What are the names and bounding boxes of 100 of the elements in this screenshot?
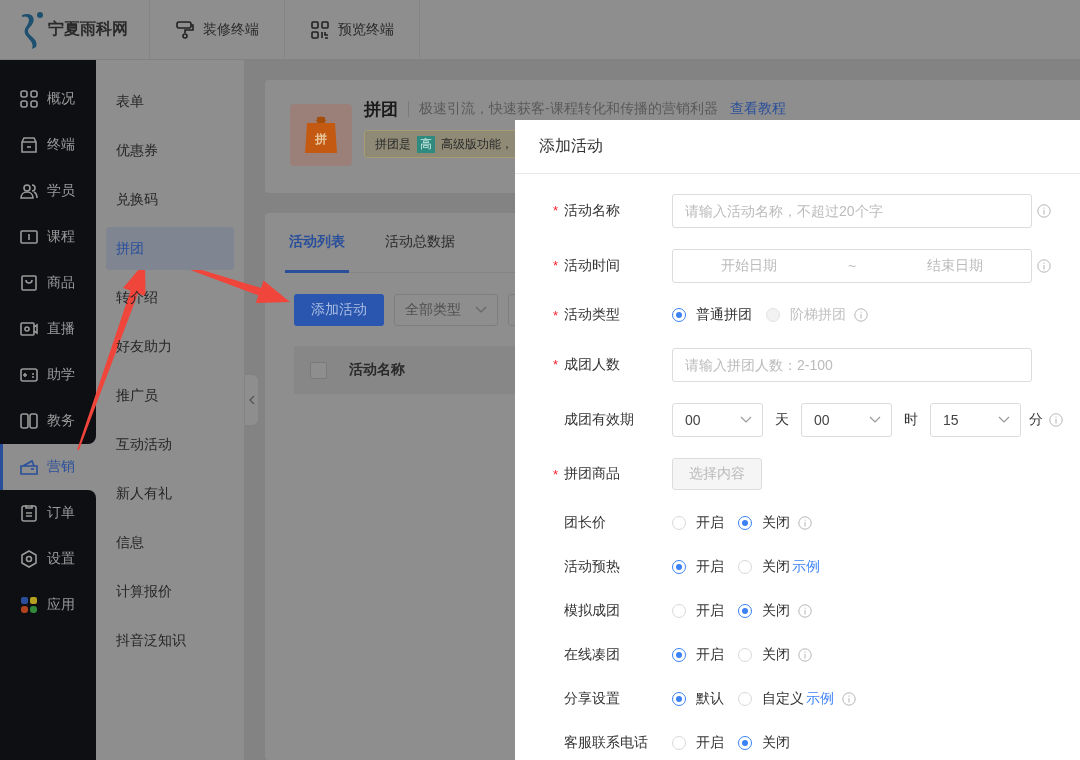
notice-text: 拼团是 <box>375 135 411 153</box>
info-icon[interactable] <box>854 308 868 322</box>
nav-item[interactable]: 学员 <box>0 168 96 214</box>
field-label: 成团人数 <box>564 355 620 374</box>
unit-label: 分 <box>1029 410 1043 429</box>
info-icon[interactable] <box>1037 203 1051 218</box>
radio-label: 开启 <box>696 514 724 532</box>
bag-icon <box>20 274 38 292</box>
field-label: 分享设置 <box>564 690 620 708</box>
clipboard-icon <box>20 504 38 522</box>
field-label: 成团有效期 <box>564 410 634 429</box>
video-icon <box>20 320 38 338</box>
required-mark: * <box>553 258 559 273</box>
chevron-down-icon <box>740 415 752 424</box>
time-select[interactable]: 00 <box>672 402 763 437</box>
nav-item[interactable]: 直播 <box>0 306 96 352</box>
text-input[interactable]: 请输入拼团人数：2-100 <box>672 347 1032 382</box>
grid-icon <box>20 90 38 108</box>
submenu-item[interactable]: 互动活动 <box>106 420 234 469</box>
radio-label: 自定义 <box>762 690 804 708</box>
submenu-item[interactable]: 转介绍 <box>106 273 234 322</box>
submenu-item[interactable]: 兑换码 <box>106 175 234 224</box>
gamepad-icon <box>20 366 38 384</box>
radio-label: 开启 <box>696 602 724 620</box>
field-label: 模拟成团 <box>564 602 620 620</box>
info-icon[interactable] <box>798 516 812 530</box>
radio-button[interactable] <box>738 604 752 618</box>
ticket-icon <box>20 458 38 476</box>
radio-label: 阶梯拼团 <box>790 306 846 324</box>
radio-button[interactable] <box>672 692 686 706</box>
tutorial-link[interactable]: 查看教程 <box>729 100 786 118</box>
radio-label: 普通拼团 <box>696 306 752 324</box>
required-mark: * <box>553 466 559 482</box>
nav-item[interactable]: 概况 <box>0 60 96 122</box>
example-link[interactable]: 示例 <box>792 558 820 576</box>
time-select[interactable]: 00 <box>801 402 892 437</box>
notice-text: 高级版功能， <box>441 135 513 153</box>
text-input[interactable]: 请输入活动名称，不超过20个字 <box>672 193 1032 228</box>
required-mark: * <box>553 307 559 323</box>
info-icon[interactable] <box>798 604 812 618</box>
nav-item[interactable]: 商品 <box>0 260 96 306</box>
pro-badge: 高 <box>417 135 435 153</box>
submenu-item[interactable]: 信息 <box>106 518 234 567</box>
field-label: 团长价 <box>564 514 606 532</box>
field-label: 在线凑团 <box>564 646 620 664</box>
submenu-item[interactable]: 计算报价 <box>106 567 234 616</box>
collapse-handle[interactable] <box>245 375 258 425</box>
required-mark: * <box>553 203 559 218</box>
field-label: 客服联系电话 <box>564 734 648 752</box>
radio-button[interactable] <box>672 648 686 662</box>
submenu-item[interactable]: 优惠券 <box>106 126 234 175</box>
page-title: 拼团 <box>364 98 398 121</box>
logo-text: 宁夏雨科网 <box>48 19 128 39</box>
required-mark: * <box>553 357 559 372</box>
start-date-placeholder: 开始日期 <box>720 256 777 275</box>
nav-item[interactable]: 教务 <box>0 398 96 444</box>
unit-label: 时 <box>904 410 918 429</box>
radio-button[interactable] <box>672 560 686 574</box>
submenu-item[interactable]: 新人有礼 <box>106 469 234 518</box>
field-label: 拼团商品 <box>564 465 620 483</box>
radio-label: 关闭 <box>762 514 790 532</box>
submenu-item[interactable]: 抖音泛知识 <box>106 616 234 665</box>
top-tab[interactable]: 预览终端 <box>338 20 394 39</box>
columns-icon <box>20 412 38 430</box>
radio-button[interactable] <box>738 736 752 750</box>
nav-item[interactable]: 订单 <box>0 490 96 536</box>
time-select[interactable]: 15 <box>930 402 1021 437</box>
end-date-placeholder: 结束日期 <box>927 256 984 275</box>
nav-item[interactable]: 设置 <box>0 536 96 582</box>
qr-code-icon <box>310 19 330 40</box>
radio-button[interactable] <box>672 308 686 322</box>
info-icon[interactable] <box>842 692 856 706</box>
hexagon-icon <box>20 550 38 568</box>
add-activity-button[interactable]: 添加活动 <box>294 294 384 326</box>
radio-label: 开启 <box>696 558 724 576</box>
radio-label: 开启 <box>696 646 724 664</box>
chevron-left-icon <box>248 395 255 405</box>
radio-label: 关闭 <box>762 602 790 620</box>
nav-item[interactable]: 终端 <box>0 122 96 168</box>
chevron-down-icon <box>475 306 487 314</box>
apps-icon <box>20 596 38 614</box>
field-label: 活动名称 <box>564 201 620 220</box>
info-icon[interactable] <box>1037 258 1051 273</box>
chevron-down-icon <box>869 415 881 424</box>
info-icon[interactable] <box>798 648 812 662</box>
radio-label: 关闭 <box>762 734 790 752</box>
users-icon <box>20 182 38 200</box>
nav-item[interactable]: 应用 <box>0 582 96 628</box>
submenu-item[interactable]: 推广员 <box>106 371 234 420</box>
example-link[interactable]: 示例 <box>806 690 834 708</box>
radio-button[interactable] <box>738 516 752 530</box>
info-icon[interactable] <box>1049 412 1063 427</box>
list-tab[interactable]: 活动总数据 <box>381 213 459 273</box>
type-select[interactable]: 全部类型 <box>394 294 498 326</box>
top-tab[interactable]: 装修终端 <box>203 20 259 39</box>
drawer-title: 添加活动 <box>539 136 603 156</box>
unit-label: 天 <box>775 410 789 429</box>
submenu-item[interactable]: 表单 <box>106 77 234 126</box>
nav-item[interactable]: 课程 <box>0 214 96 260</box>
nav-item[interactable]: 助学 <box>0 352 96 398</box>
